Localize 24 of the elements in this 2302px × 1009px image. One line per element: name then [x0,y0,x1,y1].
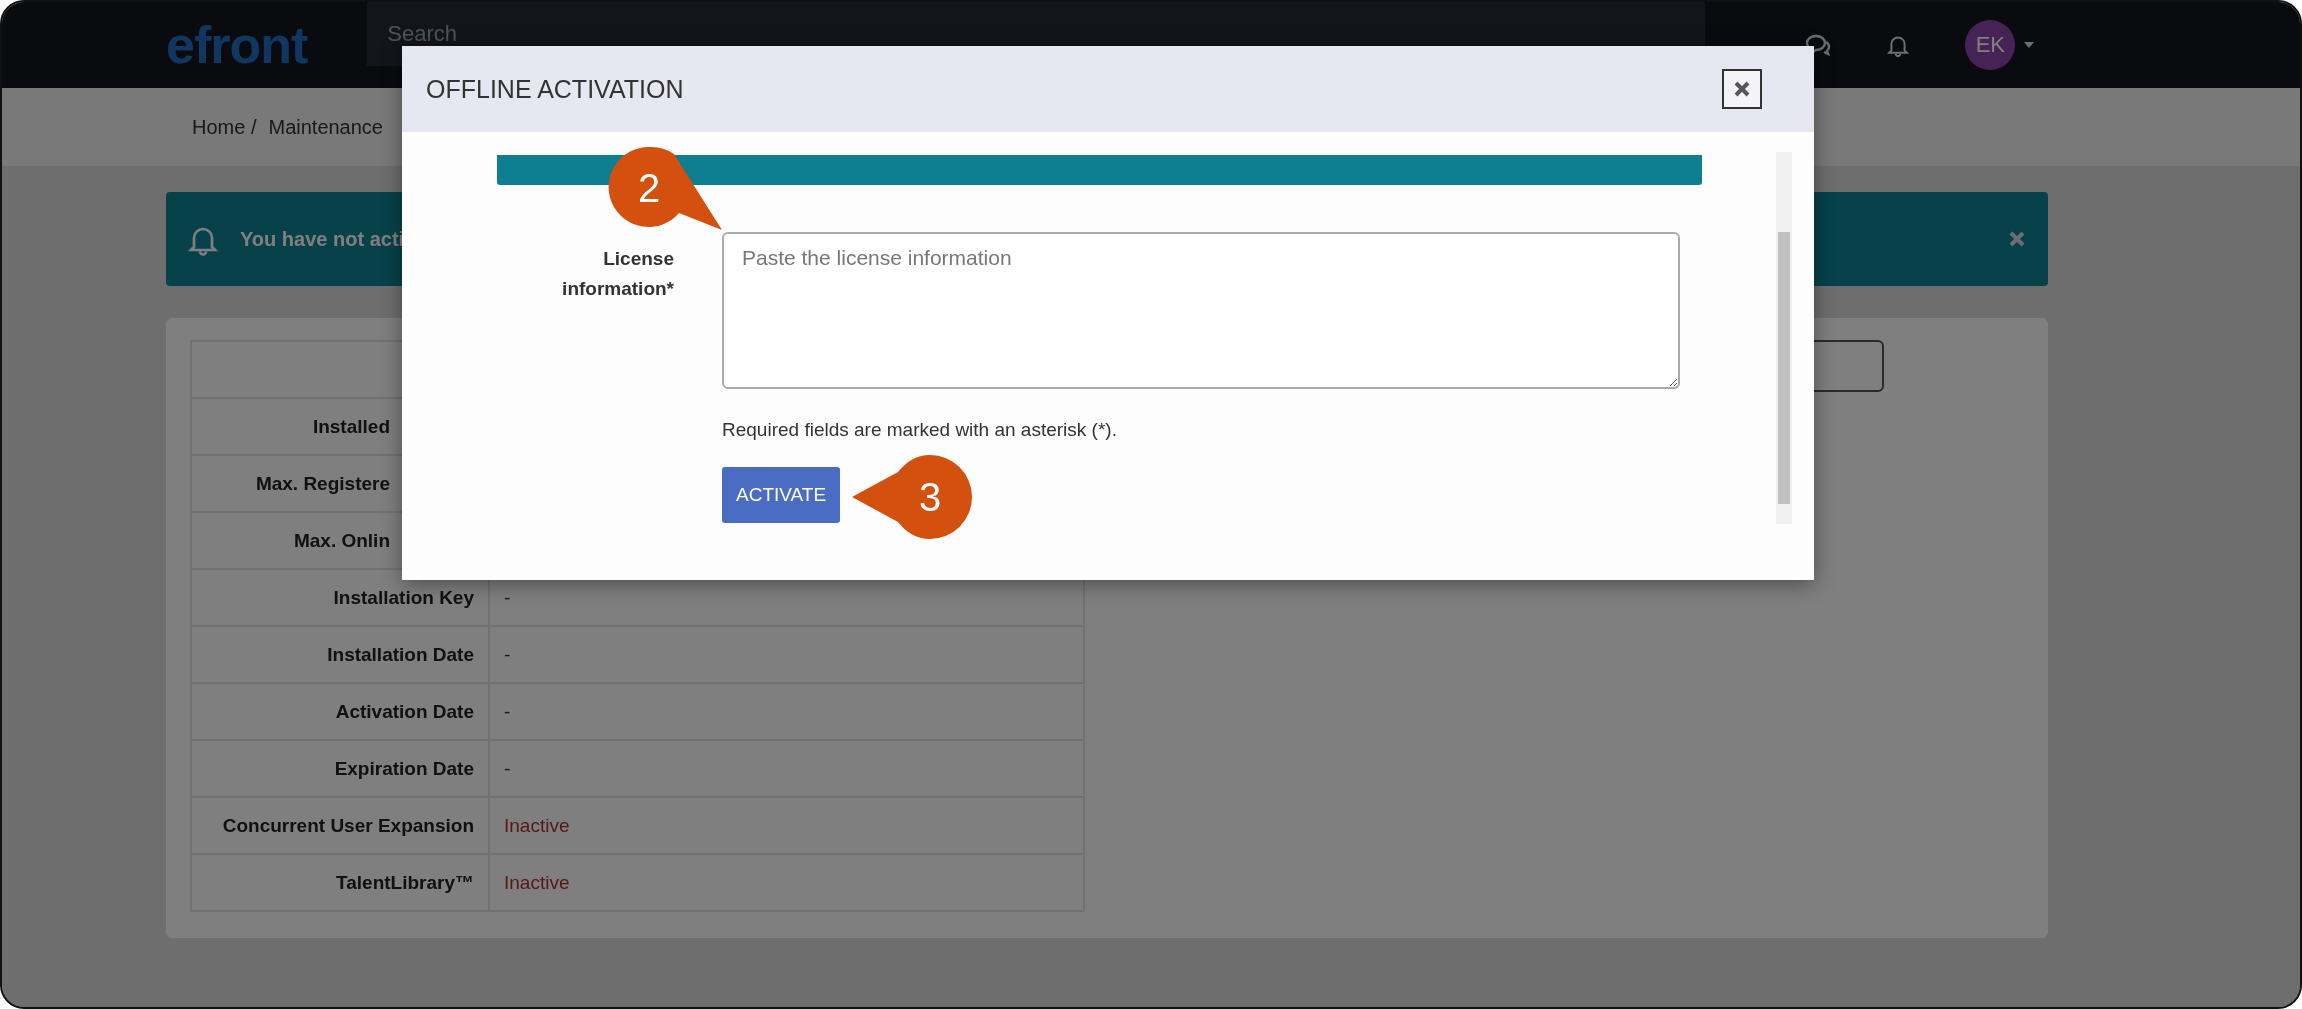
user-avatar[interactable]: EK [1965,20,2016,70]
close-icon[interactable] [1733,80,1751,98]
callout-marker: 3 [850,452,974,542]
caret-icon[interactable] [2023,41,2036,49]
close-button[interactable] [1722,69,1762,109]
breadcrumb-item[interactable]: Home / [192,115,257,139]
table-cell: Concurrent User Expansion [191,797,489,854]
table-cell: Installation Date [191,626,489,683]
scrollbar[interactable] [1776,152,1792,524]
breadcrumb-item[interactable]: Maintenance [268,115,383,139]
table-cell: - [489,683,1084,740]
required-fields-note: Required fields are marked with an asterisk (*). [722,419,1118,441]
table-cell: TalentLibrary™ [191,854,489,911]
table-cell: - [489,626,1084,683]
status-cell: Inactive [489,797,1084,854]
license-input-field[interactable]: Paste the license information [722,232,1680,389]
activate-button[interactable]: ACTIVATE [722,467,841,523]
table-cell: Expiration Date [191,740,489,797]
table-cell: Activation Date [191,683,489,740]
chat-icon[interactable] [1805,34,1832,56]
status-cell: Inactive [489,854,1084,911]
field-label: License information* [561,247,674,301]
table-cell: - [489,740,1084,797]
modal-title: OFFLINE ACTIVATION [426,74,684,104]
